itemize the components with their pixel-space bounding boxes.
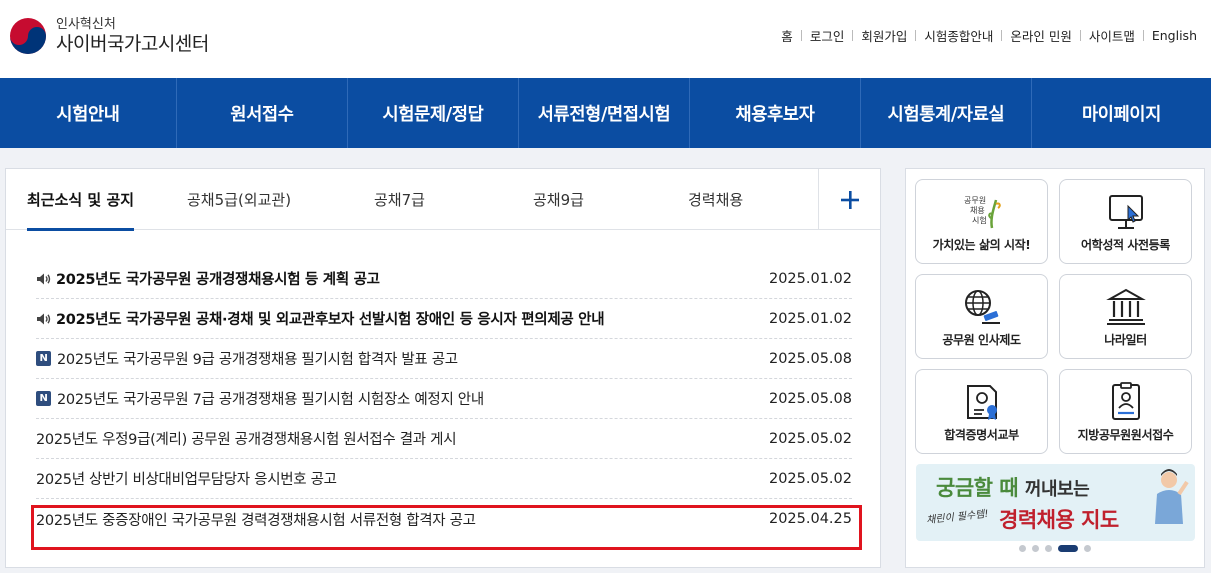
banner-subtext: 채린이 필수템! — [925, 508, 990, 527]
notice-date: 2025.05.08 — [768, 390, 852, 407]
notice-date: 2025.05.02 — [768, 470, 852, 487]
org-name: 인사혁신처 — [56, 17, 116, 32]
notice-title: 2025년도 국가공무원 공개경쟁채용시험 등 계획 공고 — [56, 272, 380, 288]
banner-headline-a: 궁금할 때 — [936, 476, 1019, 500]
notice-title-wrap: N 2025년도 국가공무원 7급 공개경쟁채용 필기시험 시험장소 예정지 안… — [36, 388, 484, 409]
notice-date: 2025.05.02 — [768, 430, 852, 447]
quick-link-local-application[interactable]: 지방공무원원서접수 — [1059, 369, 1192, 454]
svg-text:시험: 시험 — [972, 216, 987, 225]
nav-mypage[interactable]: 마이페이지 — [1032, 78, 1211, 148]
list-item[interactable]: N 2025년도 국가공무원 9급 공개경쟁채용 필기시험 합격자 발표 공고 … — [36, 339, 852, 379]
nav-document-interview[interactable]: 서류전형/면접시험 — [519, 78, 690, 148]
notice-date: 2025.05.08 — [768, 350, 852, 367]
quick-link-label: 어학성적 사전등록 — [1081, 238, 1170, 252]
new-badge: N — [36, 391, 51, 406]
main-nav: 시험안내 원서접수 시험문제/정답 서류전형/면접시험 채용후보자 시험통계/자… — [0, 78, 1211, 148]
list-item[interactable]: 2025년도 국가공무원 공개경쟁채용시험 등 계획 공고 2025.01.02 — [36, 259, 852, 299]
tab-recent-news[interactable]: 최근소식 및 공지 — [27, 169, 135, 231]
tab-grade7[interactable]: 공채7급 — [374, 169, 425, 230]
svg-text:공무원: 공무원 — [964, 196, 986, 205]
util-online-petition-link[interactable]: 온라인 민원 — [1002, 26, 1079, 45]
notice-title-wrap: 2025년도 국가공무원 공개경쟁채용시험 등 계획 공고 — [36, 268, 380, 289]
notice-title: 2025년도 우정9급(계리) 공무원 공개경쟁채용시험 원서접수 결과 게시 — [36, 432, 457, 448]
quick-link-label: 지방공무원원서접수 — [1077, 428, 1174, 442]
notice-tabs: 최근소식 및 공지 공채5급(외교관) 공채7급 공채9급 경력채용 — [6, 169, 880, 231]
util-english-link[interactable]: English — [1144, 28, 1197, 43]
notice-title: 2025년도 중증장애인 국가공무원 경력경쟁채용시험 서류전형 합격자 공고 — [36, 512, 476, 529]
document-person-icon — [1111, 382, 1140, 420]
notice-date: 2025.04.25 — [768, 511, 852, 527]
notice-panel: 최근소식 및 공지 공채5급(외교관) 공채7급 공채9급 경력채용 2025년… — [5, 168, 881, 568]
notice-list: 2025년도 국가공무원 공개경쟁채용시험 등 계획 공고 2025.01.02… — [36, 259, 852, 539]
more-button[interactable] — [818, 169, 880, 230]
quick-links-panel: 공무원 채용 시험 가치있는 삶의 시작! 어학성적 사전등록 공무원 인사제도 — [905, 168, 1205, 568]
notice-title-wrap: N 2025년도 국가공무원 9급 공개경쟁채용 필기시험 합격자 발표 공고 — [36, 348, 458, 369]
new-badge: N — [36, 351, 51, 366]
globe-gavel-icon — [964, 290, 1000, 324]
util-exam-guide-link[interactable]: 시험종합안내 — [916, 26, 1001, 45]
carousel-dot[interactable] — [1045, 545, 1052, 552]
utility-nav: 홈 로그인 회원가입 시험종합안내 온라인 민원 사이트맵 English — [773, 26, 1197, 45]
util-signup-link[interactable]: 회원가입 — [853, 26, 915, 45]
speaker-icon — [37, 273, 51, 284]
list-item[interactable]: N 2025년도 국가공무원 7급 공개경쟁채용 필기시험 시험장소 예정지 안… — [36, 379, 852, 419]
civil-service-exam-logo-icon: 공무원 채용 시험 — [964, 196, 1001, 229]
util-login-link[interactable]: 로그인 — [802, 26, 853, 45]
quick-link-label: 공무원 인사제도 — [942, 333, 1021, 347]
util-sitemap-link[interactable]: 사이트맵 — [1081, 26, 1143, 45]
tab-grade9[interactable]: 공채9급 — [533, 169, 584, 230]
list-item[interactable]: 2025년 상반기 비상대비업무담당자 응시번호 공고 2025.05.02 — [36, 459, 852, 499]
person-illustration-icon — [1155, 469, 1189, 524]
list-item[interactable]: 2025년도 중증장애인 국가공무원 경력경쟁채용시험 서류전형 합격자 공고 … — [36, 499, 852, 539]
nav-application[interactable]: 원서접수 — [177, 78, 348, 148]
banner-title: 경력채용 지도 — [999, 508, 1119, 532]
carousel-indicator — [906, 545, 1204, 552]
svg-text:채용: 채용 — [970, 205, 985, 215]
nav-exam-info[interactable]: 시험안내 — [0, 78, 177, 148]
list-item[interactable]: 2025년도 우정9급(계리) 공무원 공개경쟁채용시험 원서접수 결과 게시 … — [36, 419, 852, 459]
banner-headline: 궁금할 때 꺼내보는 — [936, 472, 1090, 502]
list-item[interactable]: 2025년도 국가공무원 공채·경채 및 외교관후보자 선발시험 장애인 등 응… — [36, 299, 852, 339]
notice-date: 2025.01.02 — [768, 310, 852, 327]
carousel-dot[interactable] — [1084, 545, 1091, 552]
quick-link-hr-system[interactable]: 공무원 인사제도 — [915, 274, 1048, 359]
quick-link-label: 나라일터 — [1104, 333, 1147, 347]
tab-grade5-diplomat[interactable]: 공채5급(외교관) — [187, 169, 291, 230]
career-map-banner[interactable]: 궁금할 때 꺼내보는 채린이 필수템! 경력채용 지도 — [916, 464, 1195, 541]
notice-title: 2025년 상반기 비상대비업무담당자 응시번호 공고 — [36, 472, 337, 488]
quick-link-nara-iltur[interactable]: 나라일터 — [1059, 274, 1192, 359]
site-logo[interactable]: 인사혁신처 사이버국가고시센터 — [8, 16, 209, 56]
util-home-link[interactable]: 홈 — [773, 26, 801, 45]
government-building-icon — [1105, 288, 1146, 325]
notice-date: 2025.01.02 — [768, 270, 852, 287]
speaker-icon — [37, 313, 51, 324]
carousel-dot[interactable] — [1032, 545, 1039, 552]
nav-statistics[interactable]: 시험통계/자료실 — [861, 78, 1032, 148]
nav-candidates[interactable]: 채용후보자 — [690, 78, 861, 148]
carousel-dot[interactable] — [1019, 545, 1026, 552]
header: 인사혁신처 사이버국가고시센터 홈 로그인 회원가입 시험종합안내 온라인 민원… — [0, 0, 1211, 78]
quick-link-label: 가치있는 삶의 시작! — [932, 238, 1031, 252]
notice-title: 2025년도 국가공무원 7급 공개경쟁채용 필기시험 시험장소 예정지 안내 — [57, 392, 484, 408]
notice-title: 2025년도 국가공무원 공채·경채 및 외교관후보자 선발시험 장애인 등 응… — [56, 312, 605, 328]
nav-exam-questions[interactable]: 시험문제/정답 — [348, 78, 519, 148]
taegeuk-emblem-icon — [8, 16, 48, 56]
notice-title: 2025년도 국가공무원 9급 공개경쟁채용 필기시험 합격자 발표 공고 — [57, 352, 458, 368]
quick-link-language-score[interactable]: 어학성적 사전등록 — [1059, 179, 1192, 264]
notice-title-wrap: 2025년도 국가공무원 공채·경채 및 외교관후보자 선발시험 장애인 등 응… — [36, 308, 605, 329]
carousel-dot-active[interactable] — [1058, 545, 1078, 552]
monitor-cursor-icon — [1108, 195, 1143, 229]
certificate-icon — [966, 385, 997, 420]
quick-link-label: 합격증명서교부 — [944, 428, 1019, 442]
site-name: 사이버국가고시센터 — [56, 33, 209, 55]
tab-career[interactable]: 경력채용 — [688, 169, 743, 230]
quick-link-certificate[interactable]: 합격증명서교부 — [915, 369, 1048, 454]
banner-headline-b: 꺼내보는 — [1024, 479, 1090, 500]
plus-icon — [840, 190, 859, 209]
quick-link-exam-brand[interactable]: 공무원 채용 시험 가치있는 삶의 시작! — [915, 179, 1048, 264]
